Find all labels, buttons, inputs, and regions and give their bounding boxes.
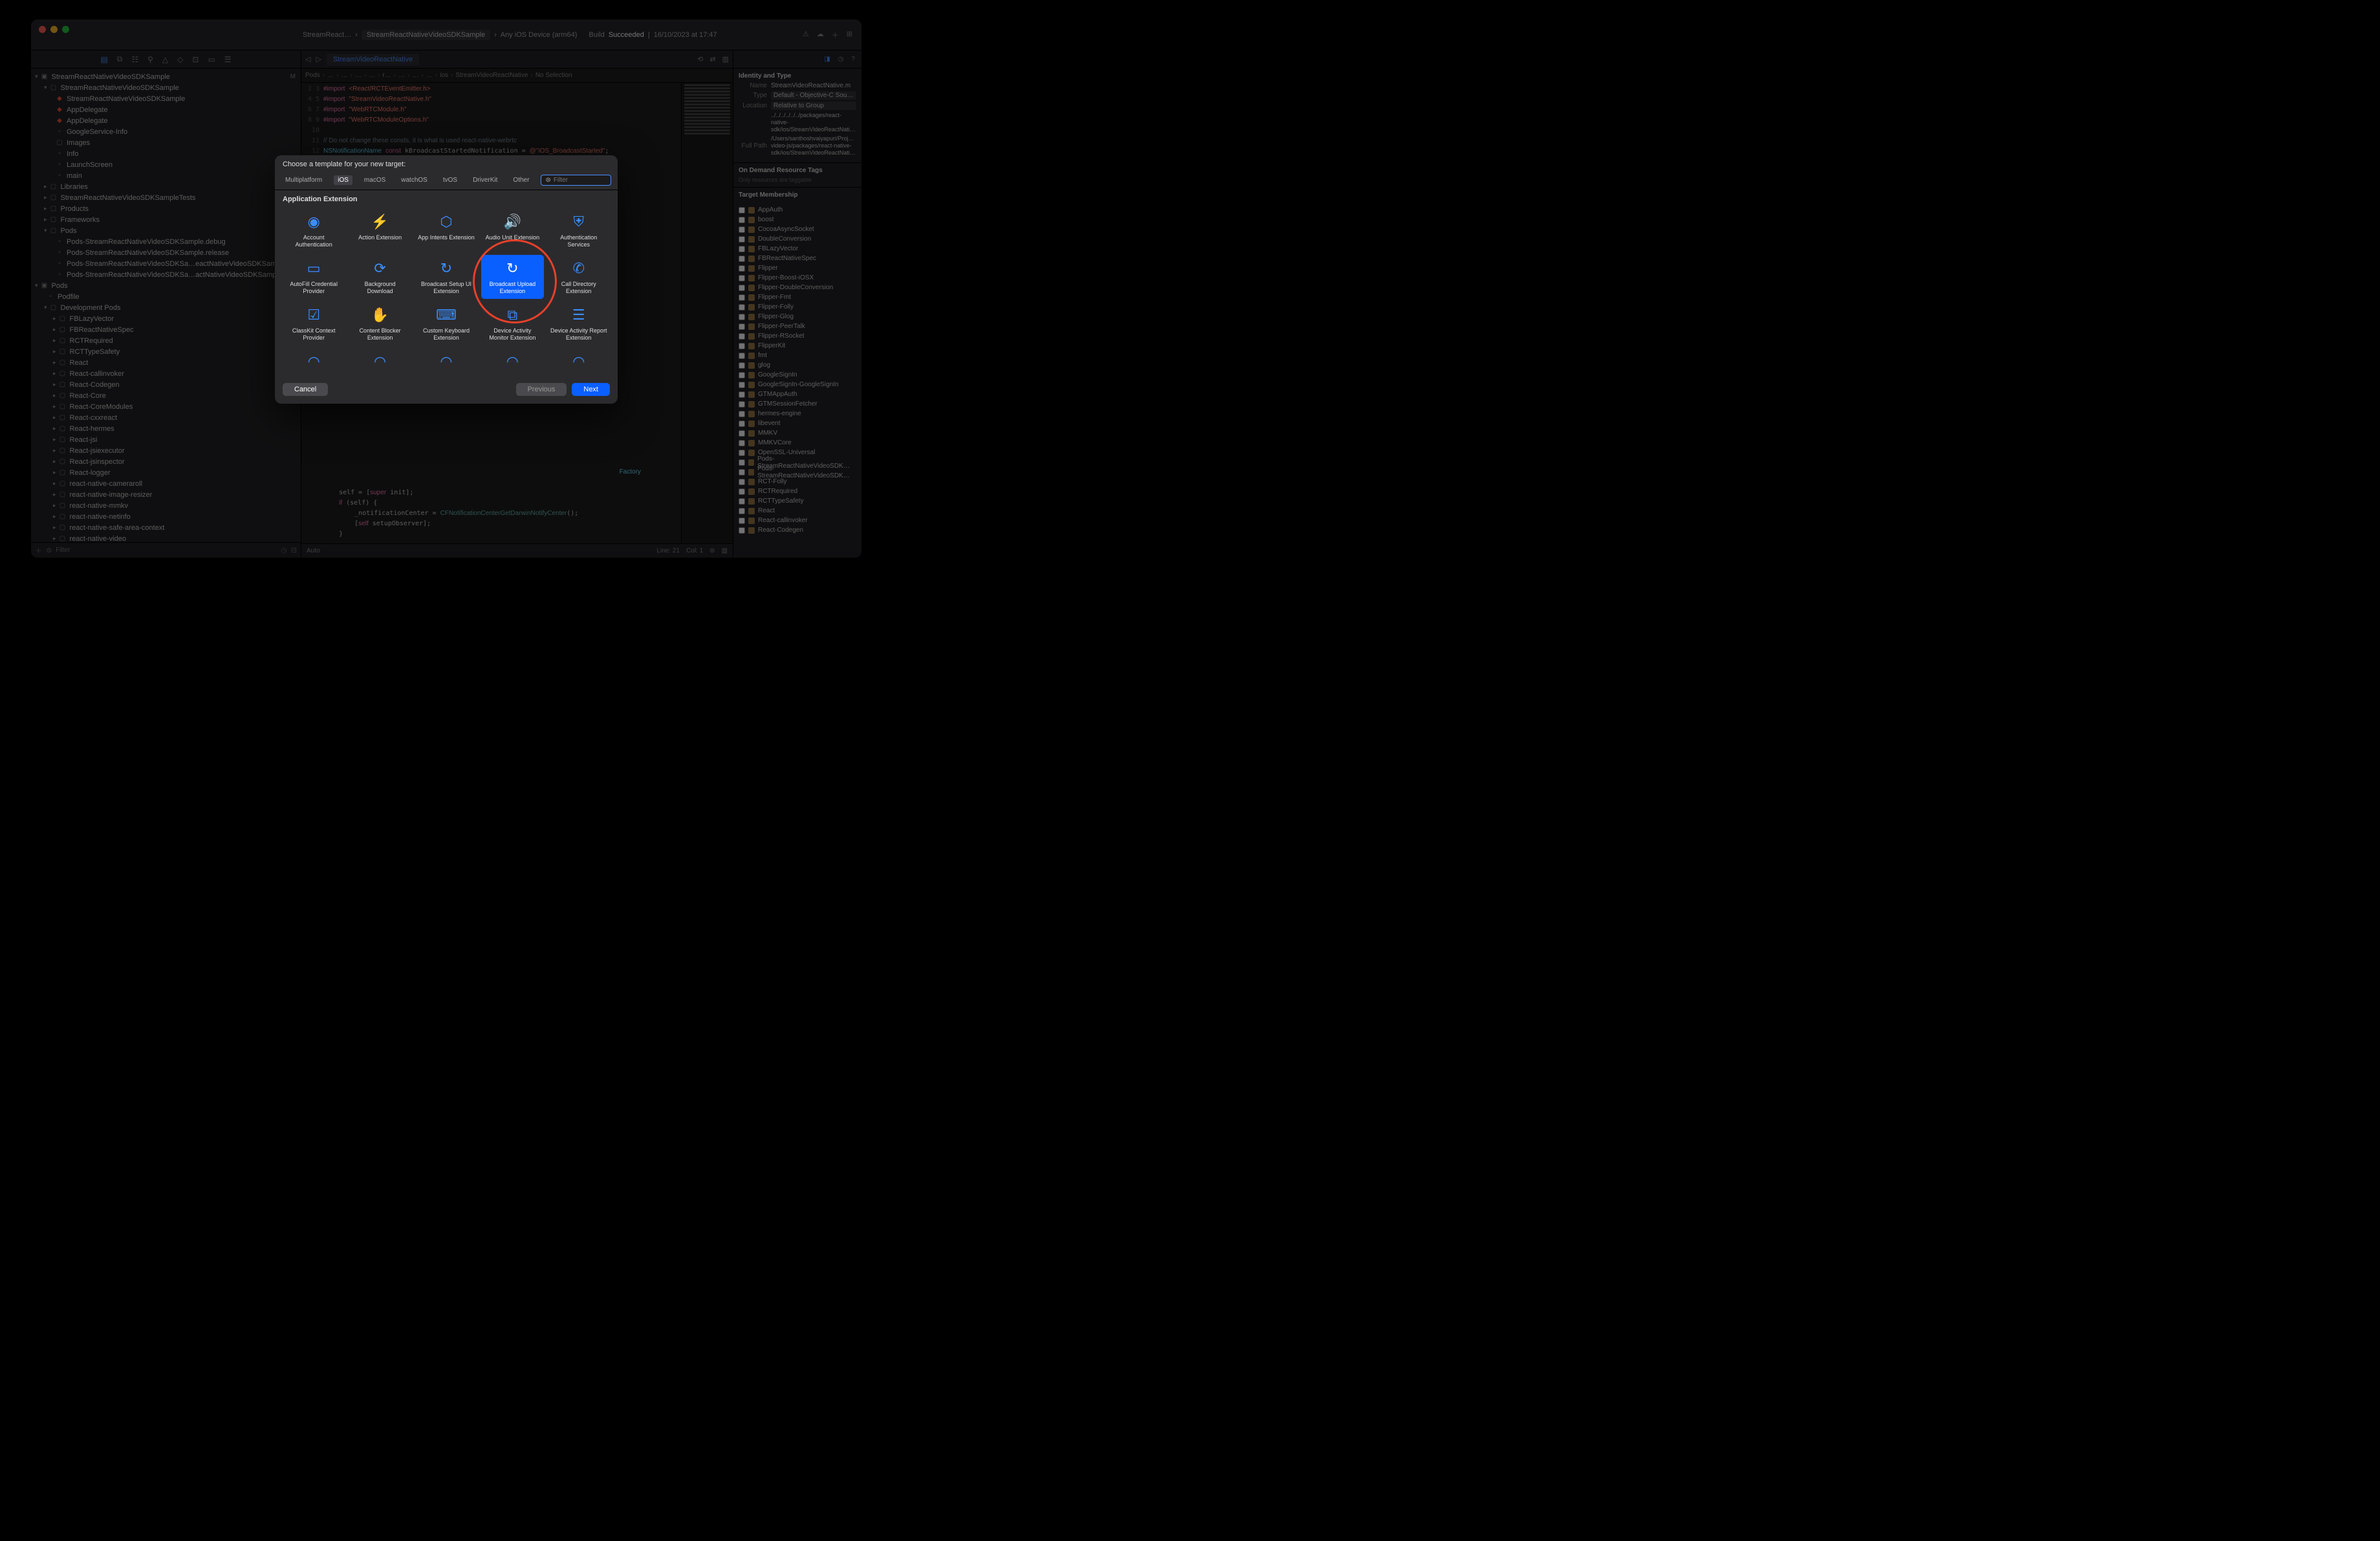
template-item[interactable]: 🔊Audio Unit Extension bbox=[481, 208, 543, 252]
previous-button[interactable]: Previous bbox=[516, 383, 567, 396]
generic-icon: ◠ bbox=[371, 352, 390, 371]
template-item[interactable]: ☰Device Activity Report Extension bbox=[548, 301, 610, 345]
template-item[interactable]: ↻Broadcast Upload Extension bbox=[481, 255, 543, 299]
next-button[interactable]: Next bbox=[572, 383, 610, 396]
template-section-title: Application Extension bbox=[283, 195, 610, 203]
activity-icon: ⧉ bbox=[503, 305, 522, 325]
generic-icon: ◠ bbox=[304, 352, 323, 371]
template-grid: ◉Account Authentication⚡Action Extension… bbox=[283, 208, 610, 378]
generic-icon: ◠ bbox=[503, 352, 522, 371]
sheet-title: Choose a template for your new target: bbox=[275, 155, 618, 172]
cube-icon: ⬡ bbox=[437, 212, 456, 232]
template-item[interactable]: ◉Account Authentication bbox=[283, 208, 345, 252]
sound-icon: 🔊 bbox=[503, 212, 522, 232]
platform-tab[interactable]: macOS bbox=[360, 175, 389, 185]
template-item[interactable]: ✋Content Blocker Extension bbox=[349, 301, 411, 345]
template-item[interactable]: ◠ bbox=[481, 348, 543, 378]
new-target-sheet: Choose a template for your new target: M… bbox=[275, 155, 618, 404]
card-icon: ▭ bbox=[304, 259, 323, 278]
platform-tab[interactable]: Other bbox=[509, 175, 533, 185]
template-item[interactable]: ⧉Device Activity Monitor Extension bbox=[481, 301, 543, 345]
template-item[interactable]: ↻Broadcast Setup UI Extension bbox=[415, 255, 477, 299]
template-item[interactable]: ⚡Action Extension bbox=[349, 208, 411, 252]
filter-icon: ⊜ bbox=[545, 177, 550, 184]
platform-tab[interactable]: DriverKit bbox=[469, 175, 501, 185]
template-item[interactable]: ▭AutoFill Credential Provider bbox=[283, 255, 345, 299]
template-item[interactable]: ◠ bbox=[548, 348, 610, 378]
generic-icon: ◠ bbox=[569, 352, 589, 371]
hand-icon: ✋ bbox=[371, 305, 390, 325]
template-item[interactable]: ⬡App Intents Extension bbox=[415, 208, 477, 252]
template-item[interactable]: ⟳Background Download bbox=[349, 255, 411, 299]
check-icon: ☑ bbox=[304, 305, 323, 325]
platform-tab[interactable]: iOS bbox=[334, 175, 352, 185]
download-icon: ⟳ bbox=[371, 259, 390, 278]
generic-icon: ◠ bbox=[437, 352, 456, 371]
template-item[interactable]: ☑ClassKit Context Provider bbox=[283, 301, 345, 345]
refresh-icon: ↻ bbox=[437, 259, 456, 278]
platform-tab[interactable]: Multiplatform bbox=[281, 175, 326, 185]
template-item[interactable]: ✆Call Directory Extension bbox=[548, 255, 610, 299]
report-icon: ☰ bbox=[569, 305, 589, 325]
template-item[interactable]: ◠ bbox=[415, 348, 477, 378]
template-item[interactable]: ◠ bbox=[349, 348, 411, 378]
platform-tabs: Multiplatform iOS macOS watchOS tvOS DriverKi… bbox=[275, 172, 618, 190]
bolt-icon: ⚡ bbox=[371, 212, 390, 232]
phone-icon: ✆ bbox=[569, 259, 589, 278]
template-filter[interactable]: ⊜ bbox=[541, 175, 611, 186]
person-icon: ◉ bbox=[304, 212, 323, 232]
template-item[interactable]: ⛨Authentication Services bbox=[548, 208, 610, 252]
refresh-icon: ↻ bbox=[503, 259, 522, 278]
platform-tab[interactable]: tvOS bbox=[439, 175, 461, 185]
platform-tab[interactable]: watchOS bbox=[397, 175, 431, 185]
cancel-button[interactable]: Cancel bbox=[283, 383, 328, 396]
shield-icon: ⛨ bbox=[569, 212, 589, 232]
filter-input[interactable] bbox=[554, 177, 605, 184]
keyboard-icon: ⌨ bbox=[437, 305, 456, 325]
template-item[interactable]: ⌨Custom Keyboard Extension bbox=[415, 301, 477, 345]
template-item[interactable]: ◠ bbox=[283, 348, 345, 378]
